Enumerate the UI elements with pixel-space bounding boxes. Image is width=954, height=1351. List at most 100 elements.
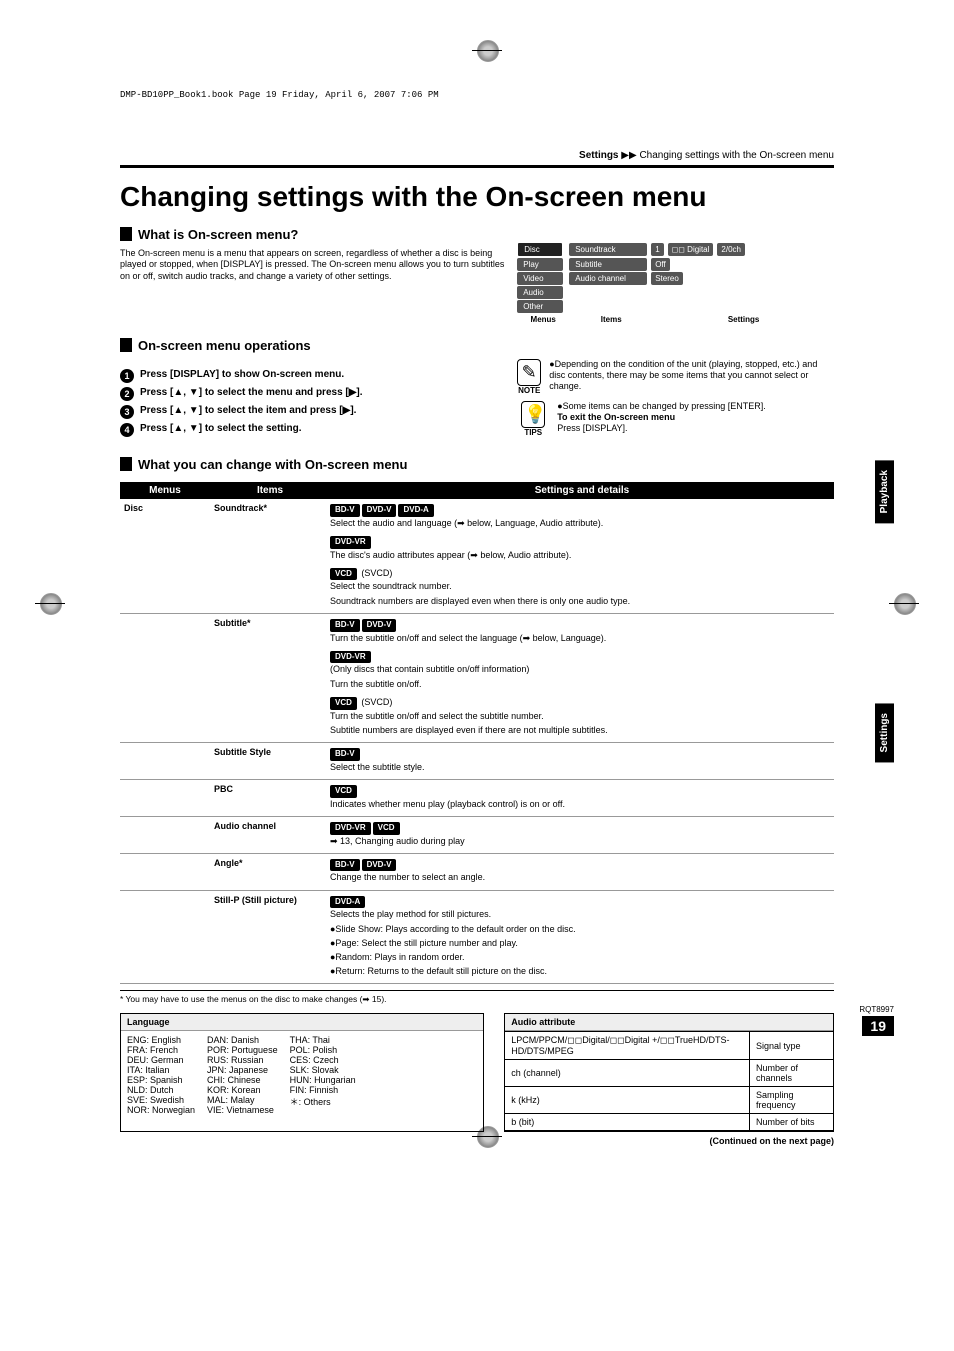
- language-entry: VIE: Vietnamese: [207, 1105, 278, 1115]
- page-title: Changing settings with the On-screen men…: [120, 182, 834, 213]
- attr-row: LPCM/PPCM/◻◻Digital/◻◻Digital +/◻◻TrueHD…: [505, 1032, 833, 1060]
- table-row: PBCVCDIndicates whether menu play (playb…: [120, 780, 834, 817]
- section-title: What you can change with On-screen menu: [138, 457, 407, 472]
- breadcrumb-main: Settings: [579, 150, 618, 161]
- table-header: Menus Items Settings and details: [120, 482, 834, 499]
- td-menu: [120, 858, 210, 886]
- osd-menu-other: Other: [517, 300, 563, 313]
- language-entry: RUS: Russian: [207, 1055, 278, 1065]
- note-label: NOTE: [517, 386, 541, 395]
- language-entry: NLD: Dutch: [127, 1085, 195, 1095]
- side-tab-settings: Settings: [875, 703, 894, 762]
- detail-line: Soundtrack numbers are displayed even wh…: [330, 595, 834, 607]
- language-entry: THA: Thai: [290, 1035, 356, 1045]
- detail-line: Change the number to select an angle.: [330, 871, 834, 883]
- osd-value: Stereo: [651, 272, 683, 285]
- attr-cell: Number of channels: [749, 1060, 833, 1087]
- step-number-icon: 1: [120, 369, 134, 383]
- td-details: BD-VDVD-VDVD-ASelect the audio and langu…: [330, 503, 834, 609]
- td-details: BD-VSelect the subtitle style.: [330, 747, 834, 775]
- table-row: DiscSoundtrack*BD-VDVD-VDVD-ASelect the …: [120, 499, 834, 614]
- osd-item: Soundtrack: [569, 243, 647, 256]
- language-entry: ITA: Italian: [127, 1065, 195, 1075]
- section-body: The On-screen menu is a menu that appear…: [120, 248, 507, 283]
- language-header: Language: [121, 1014, 483, 1031]
- section-title: On-screen menu operations: [138, 338, 311, 353]
- language-entry: JPN: Japanese: [207, 1065, 278, 1075]
- attr-cell: b (bit): [505, 1114, 749, 1131]
- language-entry: ESP: Spanish: [127, 1075, 195, 1085]
- td-item: Soundtrack*: [210, 503, 330, 609]
- format-badge: DVD-V: [362, 619, 397, 632]
- detail-line: Subtitle numbers are displayed even if t…: [330, 724, 834, 736]
- td-item: Audio channel: [210, 821, 330, 849]
- table-row: Subtitle*BD-VDVD-VTurn the subtitle on/o…: [120, 614, 834, 743]
- osd-menu-play: Play: [517, 258, 563, 271]
- language-entry: NOR: Norwegian: [127, 1105, 195, 1115]
- section-bar-icon: [120, 457, 132, 471]
- osd-value: 2/0ch: [717, 243, 745, 256]
- step-text: Press [DISPLAY] to show On-screen menu.: [140, 369, 344, 380]
- language-entry: FRA: French: [127, 1045, 195, 1055]
- language-entry: HUN: Hungarian: [290, 1075, 356, 1085]
- format-badge: DVD-V: [362, 859, 397, 872]
- format-badge: DVD-A: [398, 504, 433, 517]
- section-bar-icon: [120, 338, 132, 352]
- detail-line: ●Page: Select the still picture number a…: [330, 937, 834, 949]
- attr-cell: k (kHz): [505, 1087, 749, 1114]
- language-column: ENG: EnglishFRA: FrenchDEU: GermanITA: I…: [127, 1035, 195, 1115]
- tips-icon: 💡: [521, 401, 545, 428]
- note-box: ✎ NOTE ●Depending on the condition of th…: [517, 359, 834, 395]
- osd-label: Menus: [517, 315, 569, 324]
- osd-diagram: DiscSoundtrack1◻◻ Digital2/0chPlaySubtit…: [517, 242, 834, 324]
- badge-suffix: (SVCD): [359, 568, 393, 578]
- osd-label: Settings: [653, 315, 834, 324]
- th-items: Items: [210, 482, 330, 499]
- note-icon: ✎: [517, 359, 541, 386]
- attr-cell: Signal type: [749, 1032, 833, 1060]
- operation-step: 4Press [▲, ▼] to select the setting.: [120, 423, 507, 437]
- format-badge: DVD-VR: [330, 536, 371, 549]
- language-entry: SLK: Slovak: [290, 1065, 356, 1075]
- language-entry: DAN: Danish: [207, 1035, 278, 1045]
- tips-box: 💡 TIPS ●Some items can be changed by pre…: [517, 401, 834, 437]
- continued-label: (Continued on the next page): [120, 1136, 834, 1146]
- audio-attr-header: Audio attribute: [505, 1014, 833, 1031]
- format-badge: DVD-VR: [330, 651, 371, 664]
- detail-line: ●Return: Returns to the default still pi…: [330, 965, 834, 977]
- side-tab-playback: Playback: [875, 460, 894, 523]
- tips-line: ●Some items can be changed by pressing […: [557, 401, 766, 412]
- td-menu: [120, 821, 210, 849]
- tips-line: Press [DISPLAY].: [557, 423, 766, 434]
- td-item: PBC: [210, 784, 330, 812]
- td-item: Still-P (Still picture): [210, 895, 330, 980]
- breadcrumb: Settings ▶▶ Changing settings with the O…: [120, 150, 834, 168]
- operation-step: 1 Press [DISPLAY] to show On-screen menu.: [120, 369, 507, 383]
- section-bar-icon: [120, 227, 132, 241]
- format-badge: DVD-V: [362, 504, 397, 517]
- td-details: DVD-ASelects the play method for still p…: [330, 895, 834, 980]
- osd-item: Audio channel: [569, 272, 647, 285]
- detail-line: Indicates whether menu play (playback co…: [330, 798, 834, 810]
- format-badge: BD-V: [330, 748, 360, 761]
- step-text: Press [▲, ▼] to select the menu and pres…: [140, 387, 363, 398]
- table-row: Still-P (Still picture)DVD-ASelects the …: [120, 891, 834, 985]
- language-entry: CHI: Chinese: [207, 1075, 278, 1085]
- detail-line: Selects the play method for still pictur…: [330, 908, 834, 920]
- td-menu: [120, 784, 210, 812]
- language-entry: CES: Czech: [290, 1055, 356, 1065]
- operation-step: 3Press [▲, ▼] to select the item and pre…: [120, 405, 507, 419]
- doc-code: RQT8997: [859, 1005, 894, 1014]
- detail-line: Turn the subtitle on/off and select the …: [330, 710, 834, 722]
- format-badge: DVD-VR: [330, 822, 371, 835]
- attr-row: ch (channel)Number of channels: [505, 1060, 833, 1087]
- breadcrumb-sub: ▶▶ Changing settings with the On-screen …: [621, 150, 834, 161]
- osd-item: Subtitle: [569, 258, 647, 271]
- step-text: Press [▲, ▼] to select the setting.: [140, 423, 302, 434]
- format-badge: VCD: [330, 785, 357, 798]
- format-badge: VCD: [373, 822, 400, 835]
- format-badge: BD-V: [330, 504, 360, 517]
- th-menus: Menus: [120, 482, 210, 499]
- section-what-is: What is On-screen menu?: [120, 227, 834, 242]
- td-item: Subtitle*: [210, 618, 330, 738]
